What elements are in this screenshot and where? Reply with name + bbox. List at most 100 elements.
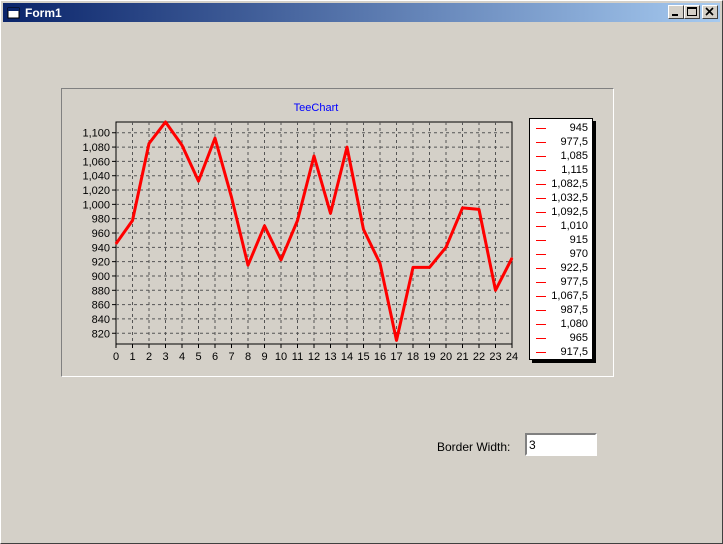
- data-point: [296, 219, 299, 222]
- legend-value: 1,010: [560, 220, 588, 232]
- y-tick-label: 880: [92, 285, 110, 297]
- x-tick-label: 4: [179, 351, 185, 363]
- data-point: [494, 289, 497, 292]
- y-tick-label: 840: [92, 314, 110, 326]
- legend-line-marker: [536, 282, 546, 283]
- legend-value: 1,115: [561, 164, 588, 176]
- x-tick-label: 14: [341, 351, 353, 363]
- legend-value: 1,032,5: [551, 192, 588, 204]
- y-tick-label: 940: [92, 242, 110, 254]
- legend-item: 977,5: [530, 135, 592, 149]
- legend-value: 1,092,5: [551, 206, 588, 218]
- legend-line-marker: [536, 128, 546, 129]
- data-point: [115, 242, 117, 245]
- legend-item: 977,5: [530, 275, 592, 289]
- x-tick-label: 2: [146, 351, 152, 363]
- y-tick-label: 1,060: [82, 156, 110, 168]
- x-tick-label: 19: [423, 351, 435, 363]
- window-title: Form1: [25, 5, 62, 20]
- close-icon: [705, 7, 714, 16]
- x-tick-label: 0: [113, 351, 119, 363]
- data-point: [445, 246, 447, 249]
- y-tick-label: 1,040: [82, 171, 110, 183]
- legend-value: 917,5: [560, 346, 588, 358]
- legend-item: 917,5: [530, 345, 592, 359]
- x-tick-label: 3: [162, 351, 168, 363]
- x-tick-label: 23: [489, 351, 501, 363]
- maximize-button[interactable]: [684, 5, 700, 19]
- form-icon: [7, 7, 20, 18]
- data-point: [164, 121, 167, 123]
- legend-value: 1,085: [560, 150, 588, 162]
- legend-line-marker: [536, 352, 546, 353]
- legend-item: 945: [530, 121, 592, 135]
- data-point: [197, 180, 200, 182]
- legend-line-marker: [536, 338, 546, 339]
- legend-item: 1,082,5: [530, 177, 592, 191]
- data-point: [511, 257, 513, 259]
- legend-value: 922,5: [560, 262, 588, 274]
- data-point: [329, 212, 332, 215]
- legend-line-marker: [536, 142, 546, 143]
- legend-item: 987,5: [530, 303, 592, 317]
- data-point: [461, 207, 464, 209]
- x-tick-label: 8: [245, 351, 251, 363]
- legend-line-marker: [536, 226, 546, 227]
- legend-value: 1,080: [560, 318, 588, 330]
- legend-line-marker: [536, 296, 546, 297]
- legend-line-marker: [536, 268, 546, 269]
- x-tick-label: 22: [473, 351, 485, 363]
- legend-line-marker: [536, 254, 546, 255]
- legend-item: 922,5: [530, 261, 592, 275]
- legend-line-marker: [536, 212, 546, 213]
- y-tick-label: 1,100: [82, 128, 110, 140]
- legend-item: 1,115: [530, 163, 592, 177]
- close-button[interactable]: [702, 5, 718, 19]
- x-tick-label: 7: [228, 351, 234, 363]
- data-point: [131, 219, 134, 222]
- x-tick-label: 15: [357, 351, 369, 363]
- chart-legend: 945 977,5 1,085 1,115 1,082,5 1,032,5 1,092,5 1…: [529, 118, 593, 360]
- minimize-button[interactable]: [668, 5, 684, 19]
- maximize-icon: [687, 7, 697, 16]
- border-width-input[interactable]: [525, 433, 597, 456]
- legend-item: 970: [530, 247, 592, 261]
- legend-line-marker: [536, 184, 546, 185]
- x-tick-label: 16: [374, 351, 386, 363]
- y-tick-label: 1,020: [82, 185, 110, 197]
- data-point: [346, 146, 348, 148]
- y-tick-label: 920: [92, 257, 110, 269]
- legend-line-marker: [536, 156, 546, 157]
- legend-value: 977,5: [560, 276, 588, 288]
- data-point: [379, 262, 381, 265]
- data-point: [478, 208, 480, 211]
- data-point: [214, 137, 216, 139]
- x-tick-label: 18: [407, 351, 419, 363]
- title-bar[interactable]: Form1: [3, 3, 720, 22]
- x-tick-label: 24: [506, 351, 518, 363]
- y-tick-label: 820: [92, 328, 110, 340]
- x-tick-label: 11: [292, 351, 303, 363]
- legend-value: 1,067,5: [551, 290, 588, 302]
- x-tick-label: 12: [308, 351, 320, 363]
- data-point: [263, 225, 266, 227]
- legend-line-marker: [536, 198, 546, 199]
- data-point: [362, 228, 365, 231]
- data-point: [280, 259, 282, 261]
- legend-item: 1,067,5: [530, 289, 592, 303]
- data-point: [395, 339, 398, 342]
- x-tick-label: 5: [195, 351, 201, 363]
- data-point: [313, 155, 315, 157]
- x-tick-label: 13: [324, 351, 336, 363]
- teechart-panel[interactable]: TeeChart 820 840 860 880 900 920 940 960 980 1,000…: [61, 88, 614, 377]
- legend-value: 945: [569, 122, 588, 134]
- legend-item: 1,080: [530, 317, 592, 331]
- legend-value: 915: [569, 234, 588, 246]
- legend-line-marker: [536, 310, 546, 311]
- x-tick-label: 9: [261, 351, 267, 363]
- y-tick-label: 860: [92, 300, 110, 312]
- x-tick-label: 10: [275, 351, 287, 363]
- legend-line-marker: [536, 324, 546, 325]
- y-tick-label: 1,000: [82, 199, 110, 211]
- legend-line-marker: [536, 170, 546, 171]
